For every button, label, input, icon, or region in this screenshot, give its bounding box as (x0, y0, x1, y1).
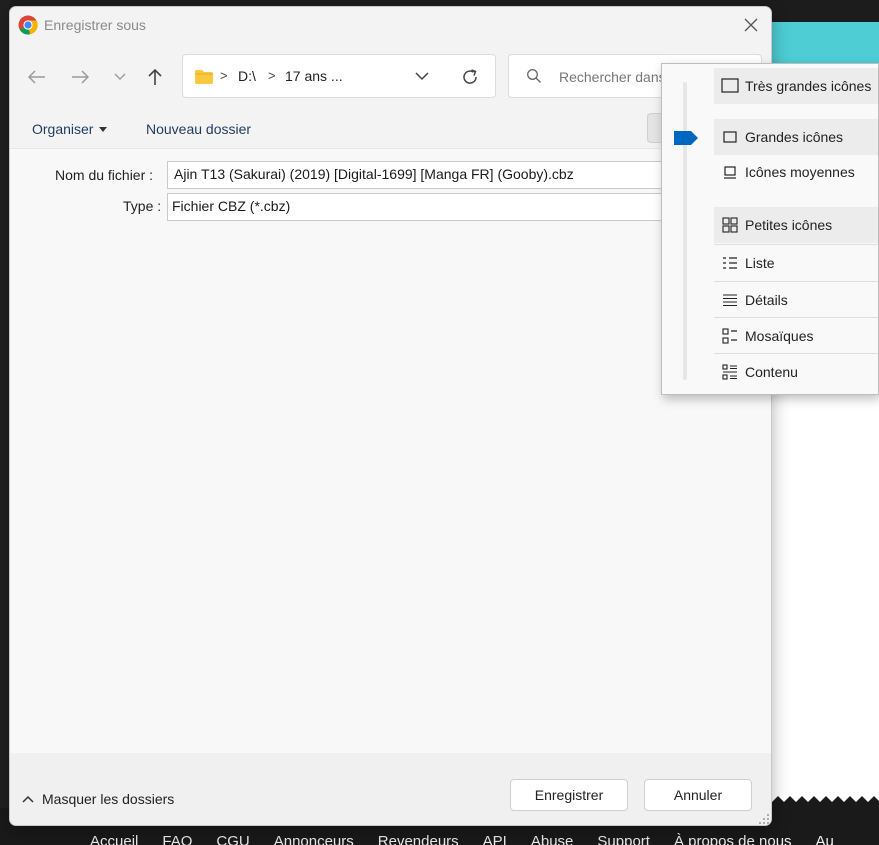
hide-folders-toggle[interactable]: Masquer les dossiers (22, 791, 174, 807)
back-button[interactable] (22, 63, 52, 91)
save-button[interactable]: Enregistrer (510, 779, 628, 811)
footer-link[interactable]: Abuse (531, 833, 574, 845)
close-button[interactable] (736, 11, 766, 39)
menu-item-label: Icônes moyennes (745, 164, 855, 180)
address-history-button[interactable] (413, 67, 431, 88)
save-form: Nom du fichier : Ajin T13 (Sakurai) (201… (10, 149, 771, 753)
chevron-up-icon (22, 795, 34, 803)
footer-link[interactable]: FAQ (162, 833, 192, 845)
small-icons-icon (721, 216, 739, 234)
medium-icons-icon (721, 163, 739, 181)
footer-link[interactable]: Accueil (90, 833, 138, 845)
menu-item-label: Grandes icônes (745, 129, 844, 145)
chevron-down-icon (114, 73, 126, 80)
footer-link[interactable]: Revendeurs (378, 833, 459, 845)
footer-link[interactable]: CGU (216, 833, 249, 845)
menu-item-details[interactable]: Détails (714, 281, 878, 317)
view-options-menu: Très grandes icônes Grandes icônes Icône… (661, 63, 879, 395)
menu-item-label: Liste (745, 254, 775, 271)
breadcrumb-separator[interactable]: > (220, 68, 228, 83)
menu-item-content[interactable]: Contenu (714, 353, 878, 389)
forward-button[interactable] (65, 63, 95, 91)
extra-large-icons-icon (721, 77, 739, 95)
refresh-icon (463, 69, 477, 84)
menu-item-medium-icons[interactable]: Icônes moyennes (714, 154, 878, 190)
navigation-bar: > D:\ > 17 ans ... Rechercher dans (10, 43, 771, 109)
organize-menu-button[interactable]: Organiser (32, 121, 108, 137)
menu-item-label: Très grandes icônes (745, 78, 872, 94)
breadcrumb-separator[interactable]: > (268, 68, 276, 83)
new-folder-button[interactable]: Nouveau dossier (146, 121, 251, 137)
save-as-dialog: Enregistrer sous > D:\ > 17 ans ... Rech… (9, 6, 772, 826)
background-teal-banner (772, 22, 879, 64)
content-icon (721, 363, 739, 381)
search-input[interactable]: Rechercher dans (559, 69, 666, 85)
menu-item-list[interactable]: Liste (714, 244, 878, 280)
cancel-button[interactable]: Annuler (644, 779, 752, 811)
menu-item-label: Contenu (745, 363, 798, 380)
zigzag-divider (772, 796, 879, 810)
up-button[interactable] (140, 63, 170, 91)
arrow-left-icon (28, 70, 45, 84)
dialog-title: Enregistrer sous (44, 17, 146, 33)
tiles-icon (721, 327, 739, 345)
command-bar: Organiser Nouveau dossier (10, 109, 771, 149)
chrome-logo-icon (18, 15, 38, 35)
large-icons-icon (721, 128, 739, 146)
resize-grip-icon[interactable] (758, 813, 770, 825)
close-icon (744, 18, 758, 32)
organize-label: Organiser (32, 121, 94, 137)
hide-folders-label: Masquer les dossiers (42, 791, 175, 807)
search-icon (527, 69, 541, 83)
menu-item-label: Mosaïques (745, 327, 814, 344)
folder-icon (195, 70, 213, 84)
menu-item-extra-large-icons[interactable]: Très grandes icônes (714, 68, 878, 104)
arrow-right-icon (72, 70, 89, 84)
filename-label: Nom du fichier : (55, 167, 154, 183)
details-icon (721, 291, 739, 309)
refresh-button[interactable] (460, 67, 480, 90)
arrow-up-icon (148, 68, 162, 85)
menu-item-small-icons[interactable]: Petites icônes (714, 207, 878, 243)
menu-item-large-icons[interactable]: Grandes icônes (714, 119, 878, 155)
dialog-footer: Masquer les dossiers Enregistrer Annuler (10, 753, 771, 825)
background-footer-links: Accueil FAQ CGU Annonceurs Revendeurs AP… (90, 833, 834, 845)
dialog-titlebar[interactable]: Enregistrer sous (10, 7, 771, 43)
footer-link[interactable]: À propos de nous (674, 833, 792, 845)
address-bar[interactable]: > D:\ > 17 ans ... (182, 54, 496, 98)
type-label: Type : (123, 198, 162, 214)
slider-thumb[interactable] (674, 131, 698, 145)
breadcrumb-folder[interactable]: 17 ans ... (285, 68, 343, 84)
footer-link[interactable]: Annonceurs (274, 833, 354, 845)
caret-down-icon (99, 126, 108, 132)
footer-link[interactable]: Au (816, 833, 834, 845)
footer-link[interactable]: Support (597, 833, 650, 845)
menu-item-label: Petites icônes (745, 217, 833, 233)
view-size-slider[interactable] (683, 82, 687, 380)
footer-link[interactable]: API (483, 833, 507, 845)
recent-locations-button[interactable] (105, 63, 135, 91)
menu-item-tiles[interactable]: Mosaïques (714, 317, 878, 353)
chevron-down-icon (415, 72, 429, 81)
list-icon (721, 254, 739, 272)
breadcrumb-drive[interactable]: D:\ (238, 68, 256, 84)
menu-item-label: Détails (745, 291, 788, 308)
